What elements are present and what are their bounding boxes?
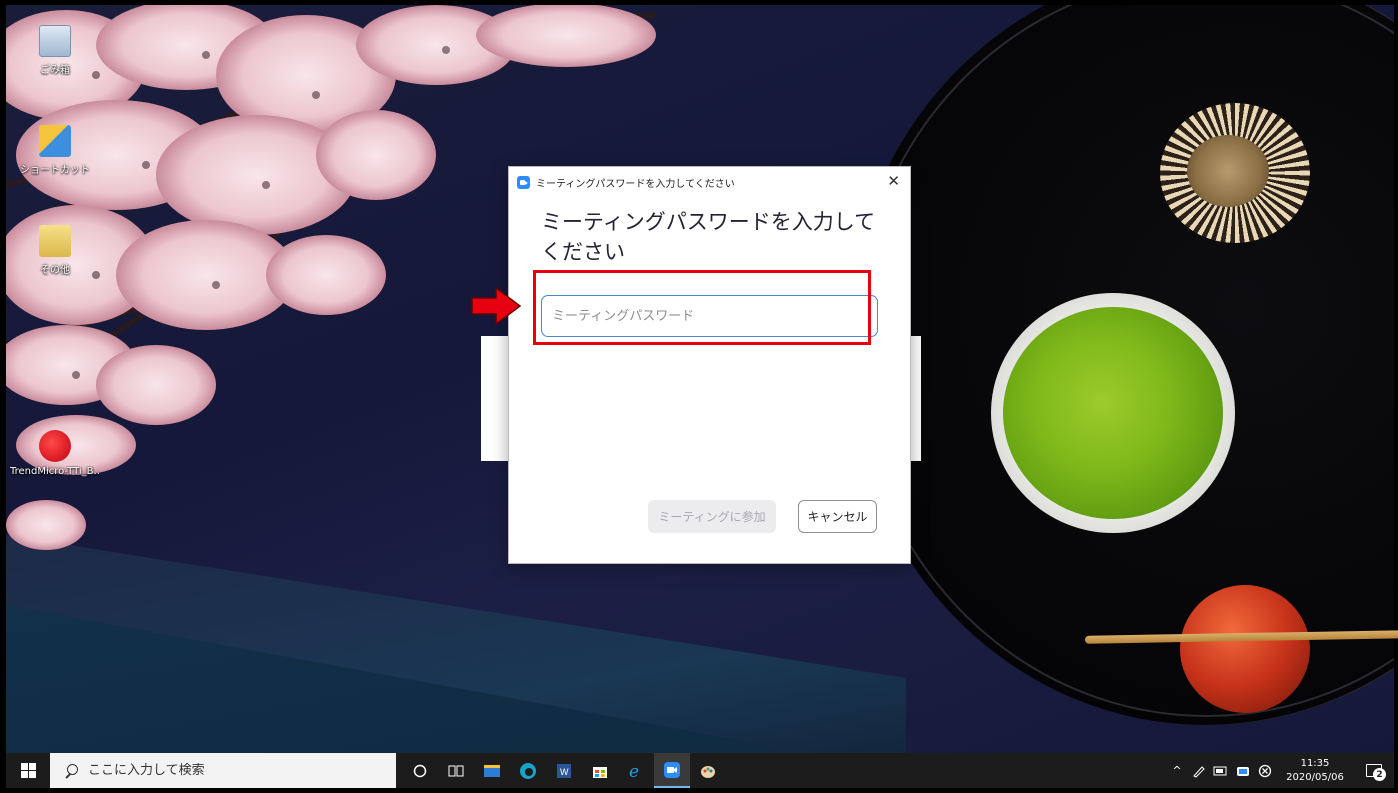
store-icon[interactable] — [582, 753, 618, 788]
zoom-icon[interactable] — [654, 753, 690, 788]
battery-icon[interactable] — [1210, 753, 1232, 788]
search-input[interactable] — [88, 763, 368, 778]
svg-text:e: e — [629, 762, 639, 780]
notification-badge: 2 — [1373, 768, 1386, 781]
desktop-icon-label: ごみ箱 — [40, 65, 70, 76]
svg-text:W: W — [560, 767, 569, 777]
desktop-icon-label: その他 — [40, 265, 70, 276]
zoom-app-icon — [517, 175, 530, 189]
action-center-button[interactable]: 2 — [1354, 753, 1394, 788]
paint-icon[interactable] — [690, 753, 726, 788]
desktop-icon-other[interactable]: その他 — [10, 225, 100, 276]
desktop-icon-recycle-bin[interactable]: ごみ箱 — [10, 25, 100, 76]
onedrive-icon[interactable] — [1232, 753, 1254, 788]
annotation-highlight-box — [533, 270, 871, 345]
system-tray: ^ 11:35 2020/05/06 2 — [1166, 753, 1394, 788]
file-explorer-icon[interactable] — [474, 753, 510, 788]
internet-explorer-icon[interactable]: e — [618, 753, 654, 788]
tea-whisk-center — [1187, 135, 1269, 207]
taskbar-clock[interactable]: 11:35 2020/05/06 — [1276, 757, 1354, 785]
clock-date: 2020/05/06 — [1286, 771, 1344, 783]
dialog-heading: ミーティングパスワードを入力してください — [541, 210, 876, 264]
edge-icon[interactable] — [510, 753, 546, 788]
shortcut-folder-icon — [39, 125, 71, 157]
start-button[interactable] — [6, 753, 50, 788]
taskbar: W e ^ 11:35 2020/05/06 2 — [6, 753, 1394, 788]
windows-icon — [20, 763, 36, 778]
pen-icon[interactable] — [1188, 753, 1210, 788]
lacquer-sweet-box — [1180, 585, 1310, 713]
desktop-icon-trendmicro[interactable]: TrendMicro-TTi_B... — [10, 430, 100, 477]
other-folder-icon — [39, 225, 71, 257]
desktop-icon-label: TrendMicro-TTi_B... — [10, 466, 100, 477]
join-meeting-button[interactable]: ミーティングに参加 — [648, 500, 776, 533]
annotation-arrow-icon — [471, 286, 522, 326]
network-error-icon[interactable] — [1254, 753, 1276, 788]
trendmicro-icon — [39, 430, 71, 462]
desktop-icon-shortcut[interactable]: ショートカット — [10, 125, 100, 176]
dialog-window-title: ミーティングパスワードを入力してください — [536, 178, 735, 190]
recycle-bin-icon — [39, 25, 71, 57]
close-icon[interactable]: ✕ — [887, 173, 900, 189]
chevron-up-icon[interactable]: ^ — [1166, 753, 1188, 788]
taskbar-search[interactable] — [50, 753, 396, 788]
cortana-icon[interactable] — [402, 753, 438, 788]
search-icon — [64, 763, 78, 778]
dialog-titlebar[interactable]: ミーティングパスワードを入力してください ✕ — [509, 167, 910, 197]
word-icon[interactable]: W — [546, 753, 582, 788]
clock-time: 11:35 — [1300, 757, 1330, 769]
cancel-button[interactable]: キャンセル — [798, 500, 877, 533]
matcha-tea — [1003, 307, 1223, 519]
desktop-icon-label: ショートカット — [20, 165, 90, 176]
task-view-icon[interactable] — [438, 753, 474, 788]
